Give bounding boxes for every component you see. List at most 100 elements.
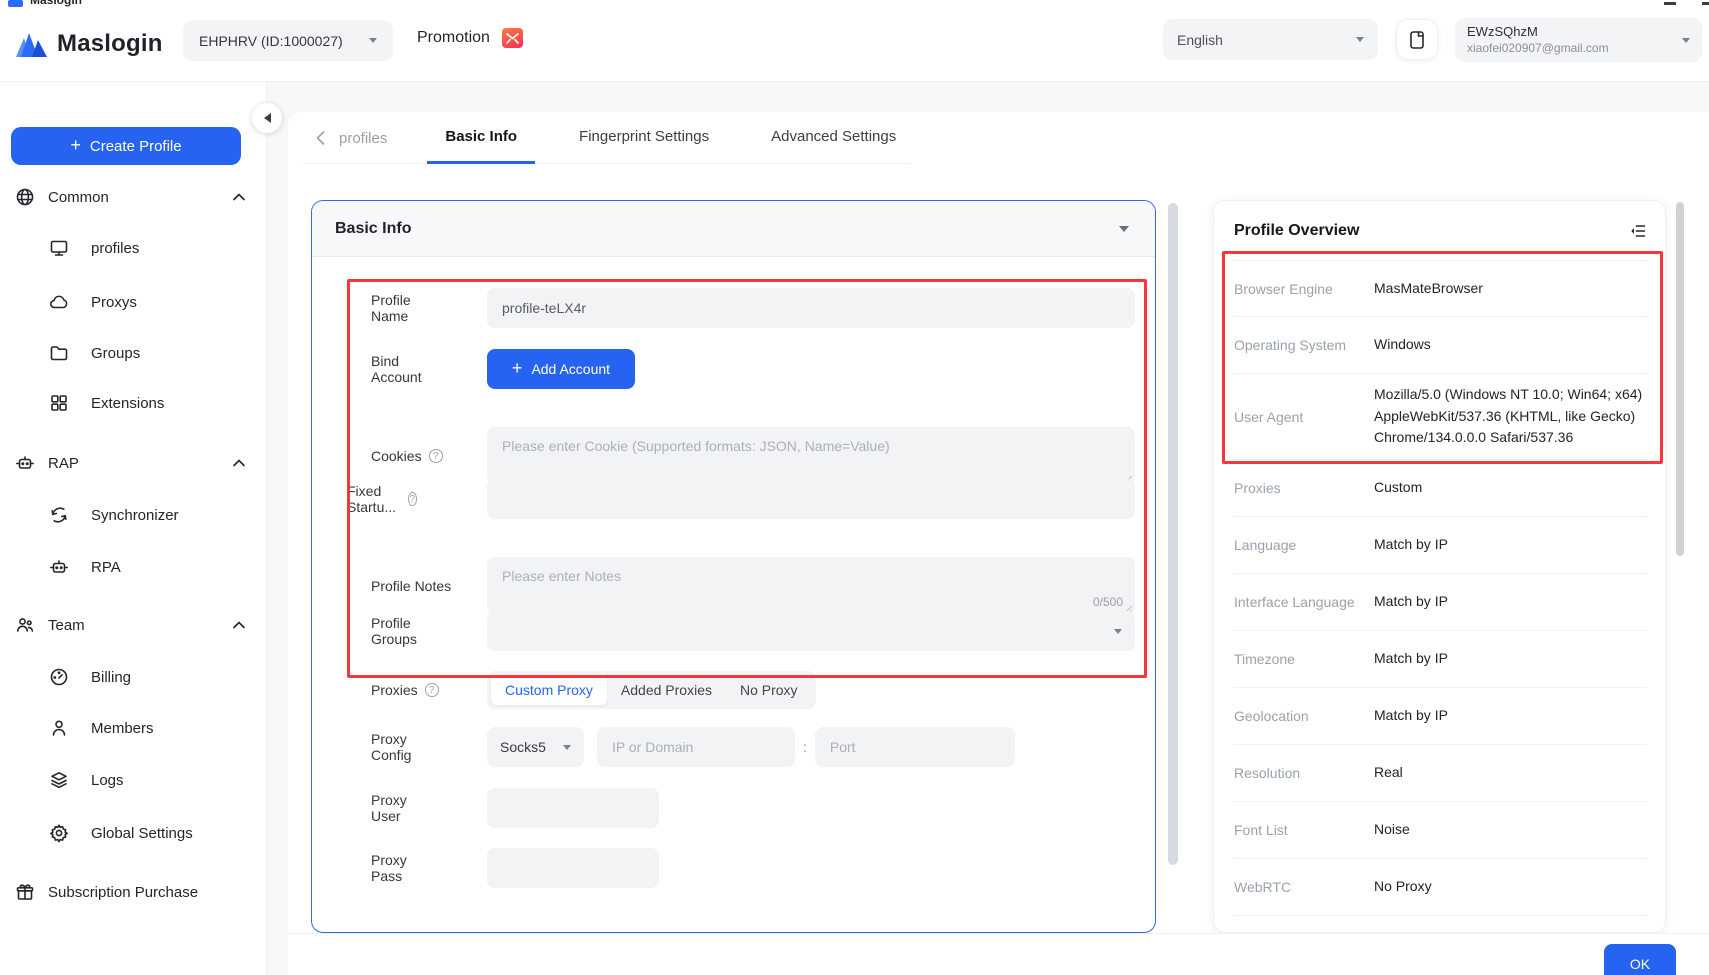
sidebar-group-label: Team [48,617,85,634]
profile-groups-select[interactable] [487,611,1135,651]
sidebar-group-common[interactable]: Common [0,177,267,217]
tab-fingerprint-settings[interactable]: Fingerprint Settings [561,112,727,164]
sidebar-item-subscription-purchase[interactable]: Subscription Purchase [0,872,267,912]
promotion-link[interactable]: Promotion [417,28,523,48]
person-icon [49,718,69,738]
profile-notes-textarea[interactable] [487,557,1135,615]
sidebar-item-label: Synchronizer [91,507,179,524]
proxies-segmented-control: Custom Proxy Added Proxies No Proxy [487,671,816,709]
monitor-icon [49,238,69,258]
sidebar-item-extensions[interactable]: Extensions [0,383,267,423]
sidebar-item-groups[interactable]: Groups [0,333,267,373]
overview-row: GeolocationMatch by IP [1234,688,1647,745]
window-app-icon [8,0,23,7]
overview-row: WebRTCNo Proxy [1234,859,1647,916]
cookies-row: Cookies ? [312,427,960,485]
proxy-tab-custom[interactable]: Custom Proxy [491,675,607,705]
workspace-selector[interactable]: EHPHRV (ID:1000027) [183,20,393,61]
basic-info-panel-header[interactable]: Basic Info [312,201,1155,257]
window-title: Maslogin [30,0,82,7]
add-account-button[interactable]: + Add Account [487,349,635,389]
overview-row: Interface LanguageMatch by IP [1234,574,1647,631]
page-scrollbar-thumb[interactable] [1676,202,1684,556]
window-control-icon[interactable] [1702,2,1709,5]
profile-overview-header: Profile Overview [1214,201,1665,260]
cookies-textarea[interactable] [487,427,1135,485]
sidebar-item-label: Logs [91,772,124,789]
chevron-down-icon [563,745,571,750]
profile-name-label: Profile Name [371,292,411,324]
user-email: xiaofei020907@gmail.com [1467,41,1609,56]
collapse-caret-icon[interactable] [1119,226,1129,232]
form-scrollbar-thumb[interactable] [1168,203,1178,865]
proxy-host-input[interactable] [597,727,795,767]
sidebar-item-members[interactable]: Members [0,708,267,748]
profile-overview-panel: Profile Overview Browser EngineMasMateBr… [1213,200,1666,933]
chevron-left-icon [316,131,325,145]
notes-char-counter: 0/500 [1093,595,1123,609]
overview-row: TimezoneMatch by IP [1234,631,1647,688]
help-icon[interactable]: ? [425,683,439,697]
create-profile-label: Create Profile [90,138,182,155]
proxy-tab-added[interactable]: Added Proxies [607,675,726,705]
profile-overview-rows: Browser EngineMasMateBrowser Operating S… [1234,260,1647,916]
bind-account-label: Bind Account [371,353,422,385]
brand-name: Maslogin [57,30,163,58]
docs-button[interactable] [1396,19,1438,60]
host-port-separator: : [803,739,807,755]
cloud-icon [49,292,69,312]
collapse-panel-icon[interactable] [1629,222,1647,245]
proxy-protocol-select[interactable]: Socks5 [487,727,584,767]
ok-button[interactable]: OK [1604,944,1676,975]
proxy-tab-none[interactable]: No Proxy [726,675,812,705]
profile-overview-title: Profile Overview [1234,222,1359,240]
sidebar-item-label: Subscription Purchase [48,884,198,901]
profile-groups-label: Profile Groups [371,615,417,647]
team-icon [15,615,35,635]
sidebar-item-label: profiles [91,240,139,257]
chevron-down-icon [1114,629,1122,634]
proxy-protocol-value: Socks5 [500,739,546,755]
back-to-profiles-link[interactable]: profiles [316,130,387,147]
sidebar-item-billing[interactable]: Billing [0,657,267,697]
folder-icon [49,343,69,363]
minimize-icon[interactable] [1664,2,1676,5]
profile-name-input[interactable] [487,288,1135,328]
create-profile-button[interactable]: + Create Profile [11,127,241,165]
sidebar-collapse-button[interactable] [252,103,282,133]
sidebar-item-profiles[interactable]: profiles [0,228,267,268]
proxy-pass-input[interactable] [487,848,659,888]
brand: Maslogin [15,30,163,58]
overview-row: Browser EngineMasMateBrowser [1234,260,1647,317]
tab-advanced-settings[interactable]: Advanced Settings [753,112,914,164]
sidebar-item-synchronizer[interactable]: Synchronizer [0,495,267,535]
help-icon[interactable]: ? [408,492,417,506]
tab-basic-info[interactable]: Basic Info [427,112,535,164]
profile-notes-label: Profile Notes [371,578,451,594]
plus-icon: + [70,135,81,156]
sidebar-group-team[interactable]: Team [0,605,267,645]
fixed-startup-label: Fixed Startu... ? [347,483,417,515]
overview-row: Operating SystemWindows [1234,317,1647,374]
chevron-down-icon [369,38,377,43]
sidebar-group-label: RAP [48,455,79,472]
language-selector[interactable]: English [1163,19,1378,60]
help-icon[interactable]: ? [429,449,443,463]
promotion-envelope-icon [502,28,523,48]
sync-icon [49,505,69,525]
sidebar-item-logs[interactable]: Logs [0,760,267,800]
user-account-menu[interactable]: EWzSQhzM xiaofei020907@gmail.com [1455,18,1702,62]
sidebar-group-rap[interactable]: RAP [0,443,267,483]
chevron-up-icon [233,188,245,206]
gauge-icon [49,667,69,687]
sidebar-item-global-settings[interactable]: Global Settings [0,813,267,853]
chevron-down-icon [1356,37,1364,42]
gear-icon [49,823,69,843]
sidebar-item-rpa[interactable]: RPA [0,547,267,587]
proxy-port-input[interactable] [815,727,1015,767]
sidebar-item-proxys[interactable]: Proxys [0,282,267,322]
robot-icon [49,557,69,577]
cookies-label: Cookies ? [371,448,443,464]
proxy-user-input[interactable] [487,788,659,828]
fixed-startup-input[interactable] [487,479,1135,519]
